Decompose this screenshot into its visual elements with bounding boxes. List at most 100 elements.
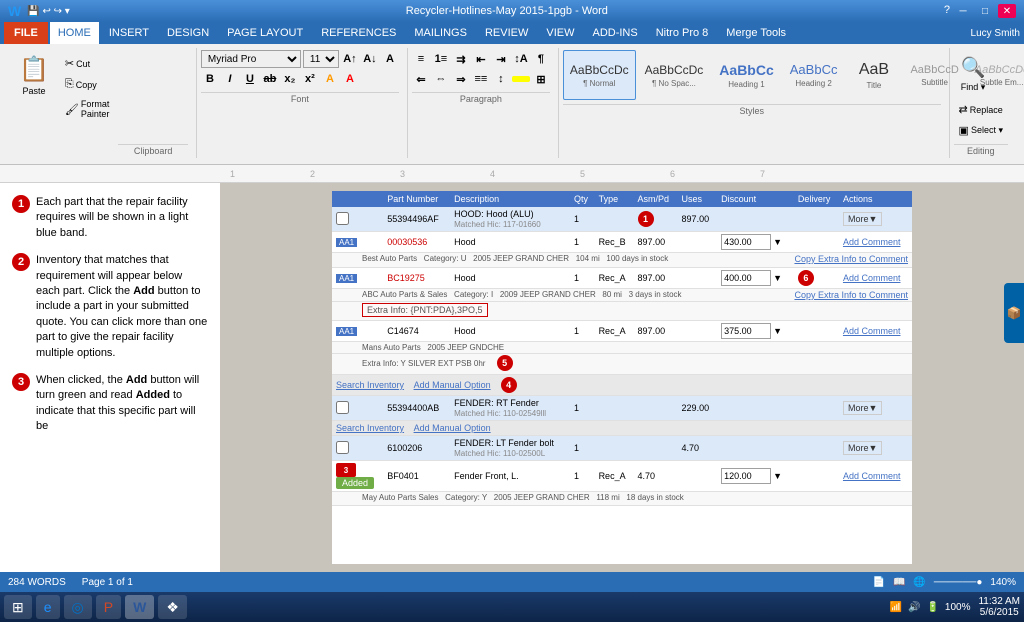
powerpoint-btn[interactable]: P [96, 595, 121, 619]
select-btn[interactable]: ▣ Select ▾ [954, 121, 1008, 140]
italic-btn[interactable]: I [221, 70, 239, 88]
strikethrough-btn[interactable]: ab [261, 70, 279, 88]
insert-menu[interactable]: INSERT [101, 22, 157, 44]
style-normal[interactable]: AaBbCcDc ¶ Normal [563, 50, 636, 100]
help-btn[interactable]: ? [944, 4, 950, 18]
paste-button[interactable]: 📋 Paste [12, 50, 56, 101]
design-menu[interactable]: DESIGN [159, 22, 217, 44]
nitro-menu[interactable]: Nitro Pro 8 [648, 22, 717, 44]
add-manual-option-link-1[interactable]: Add Manual Option [414, 380, 491, 390]
layout-view-btn[interactable]: 📄 [873, 577, 885, 588]
minimize-btn[interactable]: ─ [954, 4, 972, 18]
dropdown-arrow[interactable]: ▼ [773, 237, 782, 247]
shading-btn[interactable] [512, 76, 530, 82]
merge-menu[interactable]: Merge Tools [718, 22, 794, 44]
added-btn[interactable]: Added [336, 477, 374, 489]
dropdown-arrow-3[interactable]: ▼ [773, 326, 782, 336]
zoom-slider[interactable]: ──────● [934, 577, 983, 588]
add-comment-btn-1[interactable]: Add Comment [843, 237, 901, 247]
more-btn-2[interactable]: More▼ [843, 401, 882, 415]
more-btn-3[interactable]: More▼ [843, 441, 882, 455]
font-name-select[interactable]: Myriad Pro [201, 50, 301, 68]
search-inventory-link-2[interactable]: Search Inventory [336, 423, 404, 433]
misc-btn[interactable]: ❖ [158, 595, 187, 619]
ribbon-main: 📋 Paste ✂ Cut ⎘ Copy 🖌 Format Painter Cl… [4, 46, 1020, 160]
shrink-font-btn[interactable]: A↓ [361, 50, 379, 68]
read-view-btn[interactable]: 📖 [893, 577, 905, 588]
search-inventory-link-1[interactable]: Search Inventory [336, 380, 404, 390]
copy-button[interactable]: ⎘ Copy [60, 75, 114, 94]
addins-menu[interactable]: ADD-INS [584, 22, 645, 44]
superscript-btn[interactable]: x² [301, 70, 319, 88]
word-btn[interactable]: W [125, 595, 154, 619]
show-para-btn[interactable]: ¶ [532, 50, 550, 68]
view-menu[interactable]: VIEW [538, 22, 582, 44]
borders-btn[interactable]: ⊞ [532, 70, 550, 88]
home-menu[interactable]: HOME [50, 22, 99, 44]
annotation-num-2: 2 [12, 253, 30, 271]
sort-btn[interactable]: ↕A [512, 50, 530, 68]
style-title-label: Title [867, 81, 882, 90]
copy-extra-link-1[interactable]: Copy Extra Info to Comment [794, 254, 908, 264]
font-size-select[interactable]: 11 [303, 50, 339, 68]
add-comment-btn-3[interactable]: Add Comment [843, 326, 901, 336]
style-heading2[interactable]: AaBbCc Heading 2 [783, 50, 845, 100]
page-layout-menu[interactable]: PAGE LAYOUT [219, 22, 311, 44]
price-input-1[interactable] [721, 234, 771, 250]
price-input-2[interactable] [721, 270, 771, 286]
highlight-btn[interactable]: A [321, 70, 339, 88]
replace-btn[interactable]: ⇄ Replace [954, 100, 1008, 119]
references-menu[interactable]: REFERENCES [313, 22, 404, 44]
style-heading1[interactable]: AaBbCc Heading 1 [712, 50, 780, 100]
mailings-menu[interactable]: MAILINGS [406, 22, 475, 44]
format-painter-button[interactable]: 🖌 Format Painter [60, 96, 114, 122]
outlook-btn[interactable]: ◎ [64, 595, 92, 619]
add-comment-btn-4[interactable]: Add Comment [843, 471, 901, 481]
cut-button[interactable]: ✂ Cut [60, 54, 114, 73]
align-center-btn[interactable]: ⇔ [432, 70, 450, 88]
add-manual-option-link-2[interactable]: Add Manual Option [414, 423, 491, 433]
font-color-btn[interactable]: A [341, 70, 359, 88]
style-title[interactable]: AaB Title [846, 50, 901, 100]
row-check[interactable] [336, 212, 349, 225]
font-row2: B I U ab x₂ x² A A [201, 70, 359, 88]
price-input-4[interactable] [721, 468, 771, 484]
date-display: 5/6/2015 [980, 607, 1019, 618]
numbering-btn[interactable]: 1≡ [432, 50, 450, 68]
style-nospace[interactable]: AaBbCcDc ¶ No Spac... [638, 50, 711, 100]
align-right-btn[interactable]: ⇒ [452, 70, 470, 88]
add-comment-btn-2[interactable]: Add Comment [843, 273, 901, 283]
clear-format-btn[interactable]: A [381, 50, 399, 68]
bullets-btn[interactable]: ≡ [412, 50, 430, 68]
row-check-2[interactable] [336, 401, 349, 414]
row-check-3[interactable] [336, 441, 349, 454]
decrease-indent-btn[interactable]: ⇤ [472, 50, 490, 68]
ie-btn[interactable]: e [36, 595, 60, 619]
close-btn[interactable]: ✕ [998, 4, 1016, 18]
dropdown-arrow-4[interactable]: ▼ [773, 471, 782, 481]
font-group: Myriad Pro 11 A↑ A↓ A B I U ab x₂ x² A A… [197, 48, 408, 158]
justify-btn[interactable]: ≡≡ [472, 70, 490, 88]
col-asm: Asm/Pd [634, 191, 678, 207]
align-left-btn[interactable]: ⇐ [412, 70, 430, 88]
bold-btn[interactable]: B [201, 70, 219, 88]
underline-btn[interactable]: U [241, 70, 259, 88]
dropbox-panel[interactable]: 📦 [1004, 283, 1024, 343]
file-menu[interactable]: FILE [4, 22, 48, 44]
increase-indent-btn[interactable]: ⇥ [492, 50, 510, 68]
subscript-btn[interactable]: x₂ [281, 70, 299, 88]
web-view-btn[interactable]: 🌐 [913, 577, 925, 588]
multilevel-btn[interactable]: ⇉ [452, 50, 470, 68]
copy-extra-link-2[interactable]: Copy Extra Info to Comment [794, 290, 908, 300]
more-btn-1[interactable]: More▼ [843, 212, 882, 226]
grow-font-btn[interactable]: A↑ [341, 50, 359, 68]
line-spacing-btn[interactable]: ↕ [492, 70, 510, 88]
find-btn[interactable]: 🔍 Find ▾ [954, 50, 993, 98]
price-input-3[interactable] [721, 323, 771, 339]
review-menu[interactable]: REVIEW [477, 22, 536, 44]
dropdown-arrow-2[interactable]: ▼ [773, 273, 782, 283]
start-btn[interactable]: ⊞ [4, 595, 32, 619]
parts-table: Part Number Description Qty Type Asm/Pd … [332, 191, 912, 506]
maximize-btn[interactable]: □ [976, 4, 994, 18]
badge-5: 5 [497, 355, 513, 371]
